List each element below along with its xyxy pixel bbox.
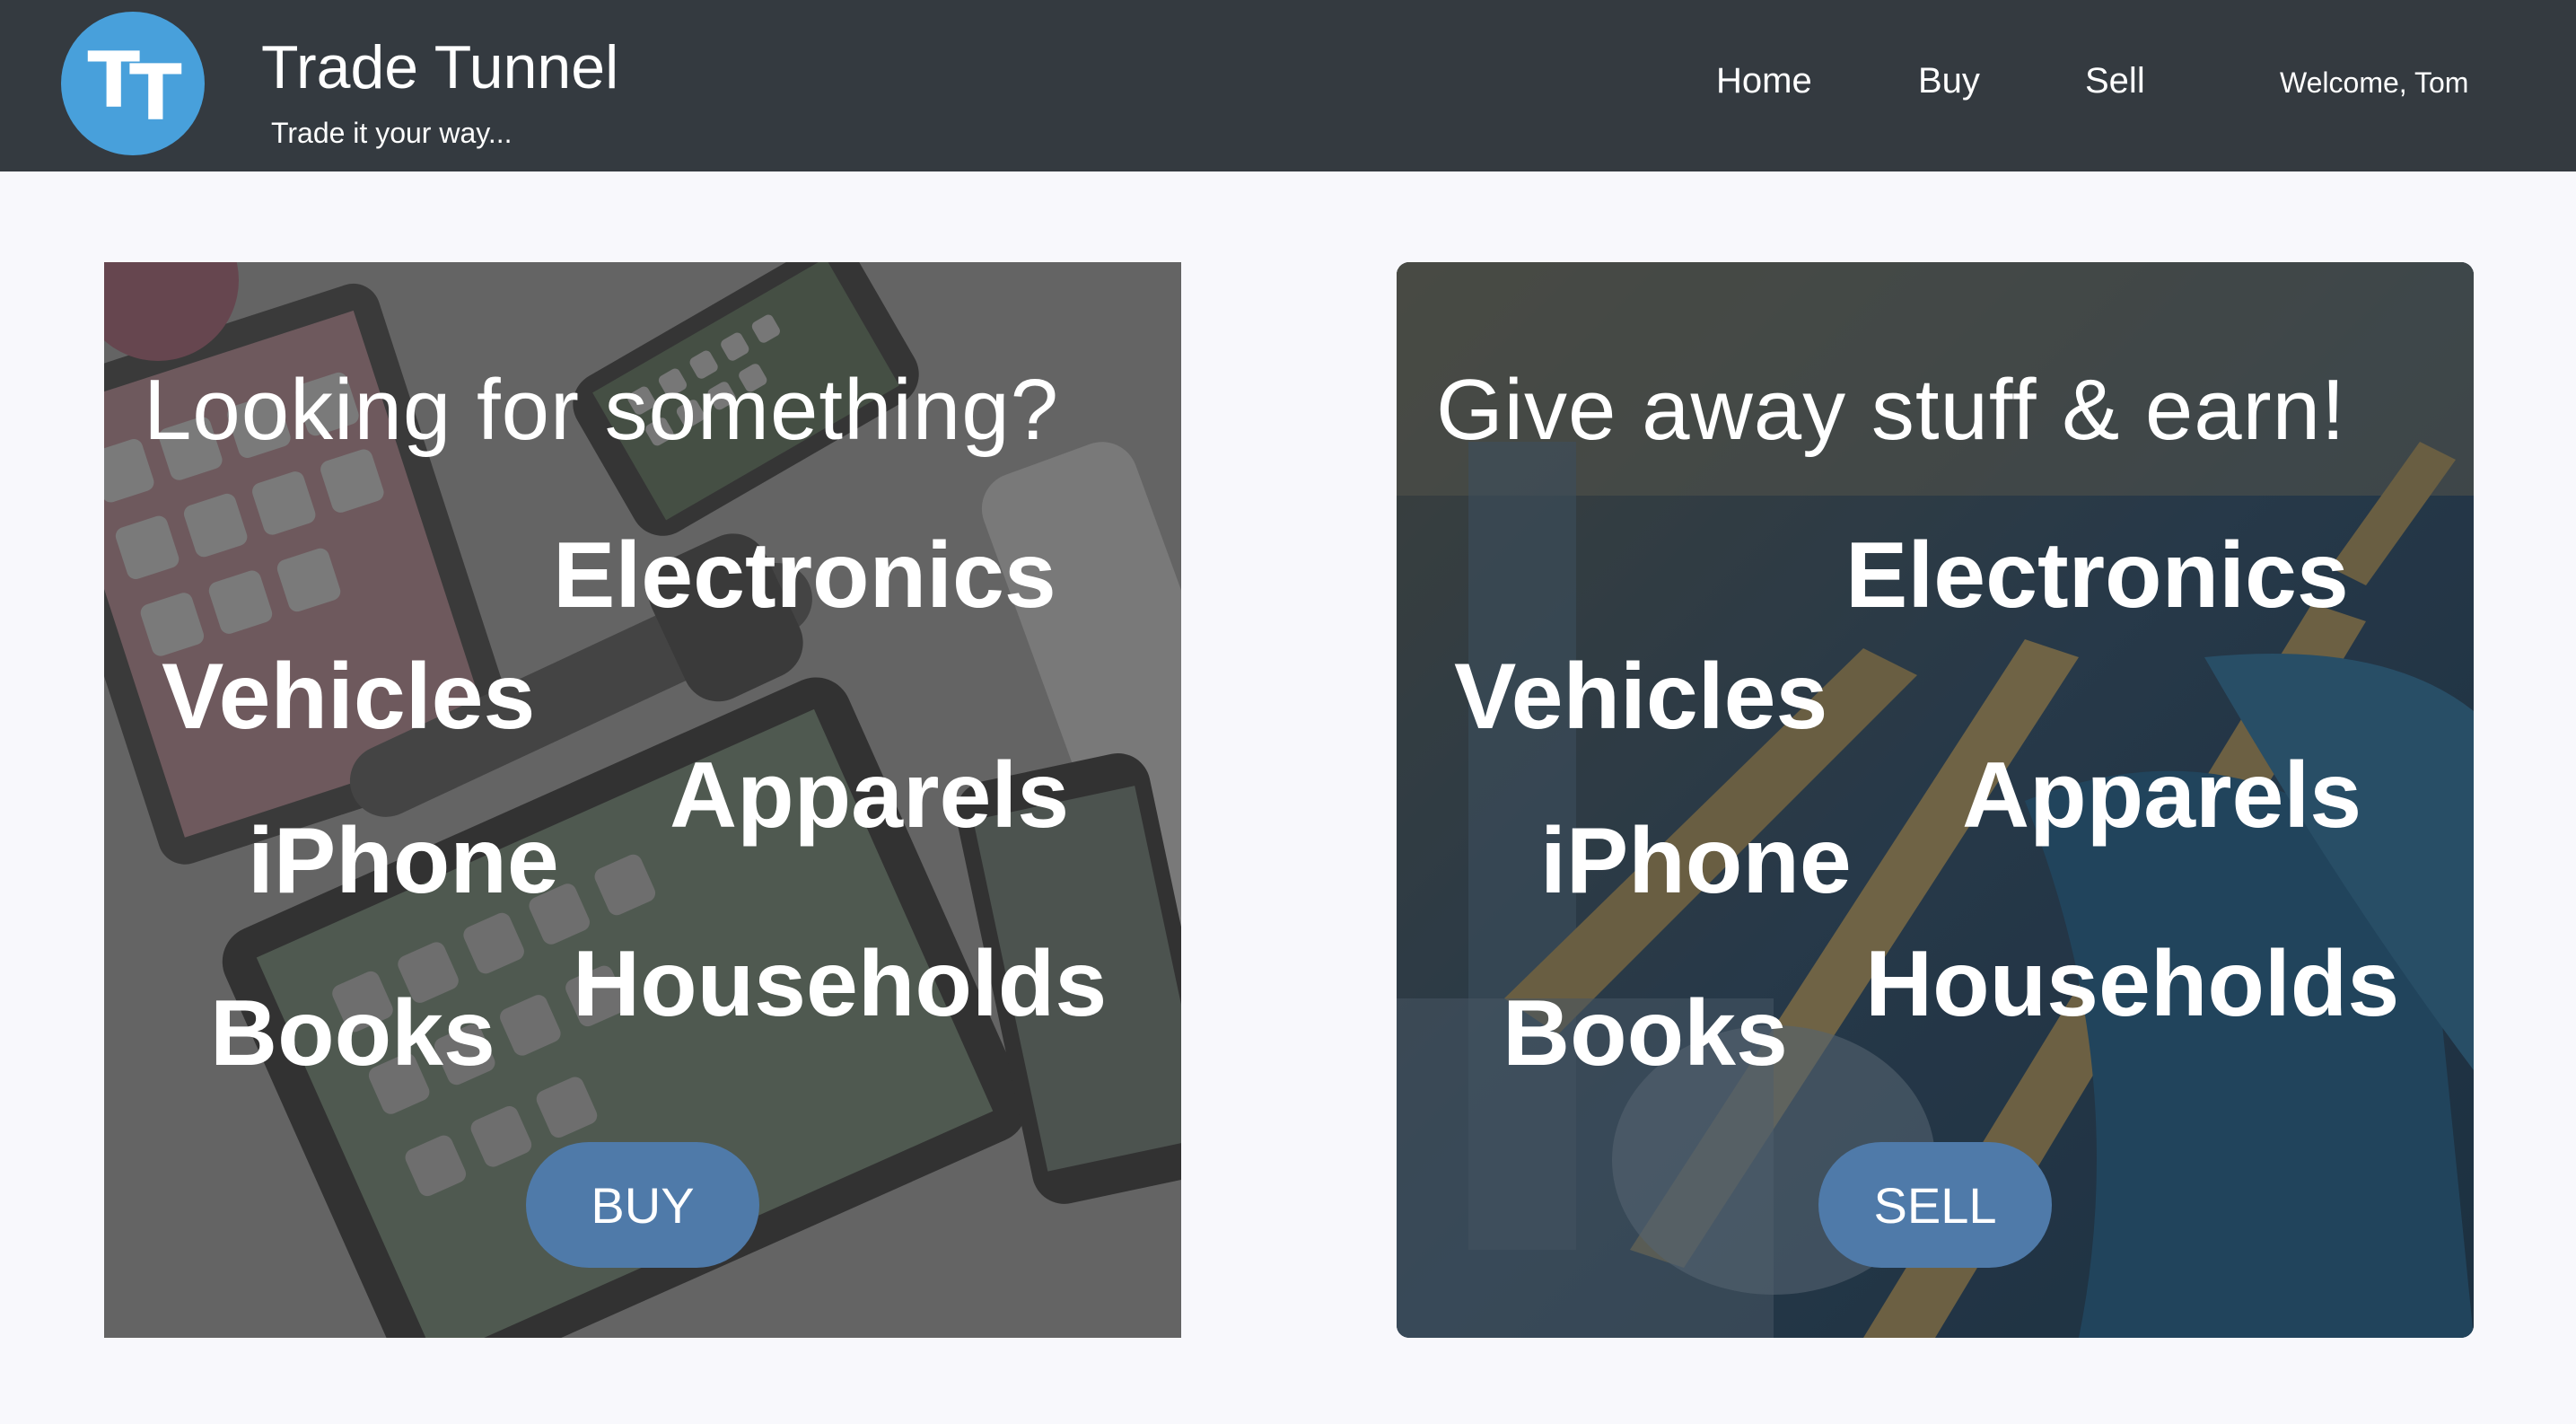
brand-title[interactable]: Trade Tunnel [261, 32, 618, 102]
nav-sell-link[interactable]: Sell [2085, 61, 2145, 101]
welcome-user-text[interactable]: Welcome, Tom [2280, 66, 2468, 100]
category-books: Books [210, 981, 495, 1086]
logo[interactable]: TT [61, 12, 205, 155]
category-apparels: Apparels [670, 743, 1070, 848]
category-iphone: iPhone [248, 809, 559, 913]
top-navbar: TT Trade Tunnel Trade it your way... Hom… [0, 0, 2576, 171]
category-electronics: Electronics [1845, 523, 2349, 628]
sell-card-title: Give away stuff & earn! [1436, 362, 2346, 458]
category-iphone: iPhone [1540, 809, 1852, 913]
category-electronics: Electronics [553, 523, 1056, 628]
category-vehicles: Vehicles [162, 645, 536, 749]
buy-card: Looking for something? Electronics Vehic… [104, 262, 1181, 1338]
sell-button[interactable]: SELL [1818, 1142, 2052, 1268]
buy-button[interactable]: BUY [526, 1142, 759, 1268]
logo-text-icon: TT [87, 36, 181, 138]
category-households: Households [1865, 932, 2400, 1036]
nav-buy-link[interactable]: Buy [1918, 61, 1980, 101]
category-vehicles: Vehicles [1454, 645, 1828, 749]
nav-home-link[interactable]: Home [1716, 61, 1812, 101]
category-households: Households [573, 932, 1108, 1036]
category-apparels: Apparels [1962, 743, 2362, 848]
buy-card-title: Looking for something? [144, 362, 1059, 458]
sell-card: Give away stuff & earn! Electronics Vehi… [1397, 262, 2474, 1338]
brand-tagline: Trade it your way... [271, 117, 513, 149]
category-books: Books [1503, 981, 1788, 1086]
